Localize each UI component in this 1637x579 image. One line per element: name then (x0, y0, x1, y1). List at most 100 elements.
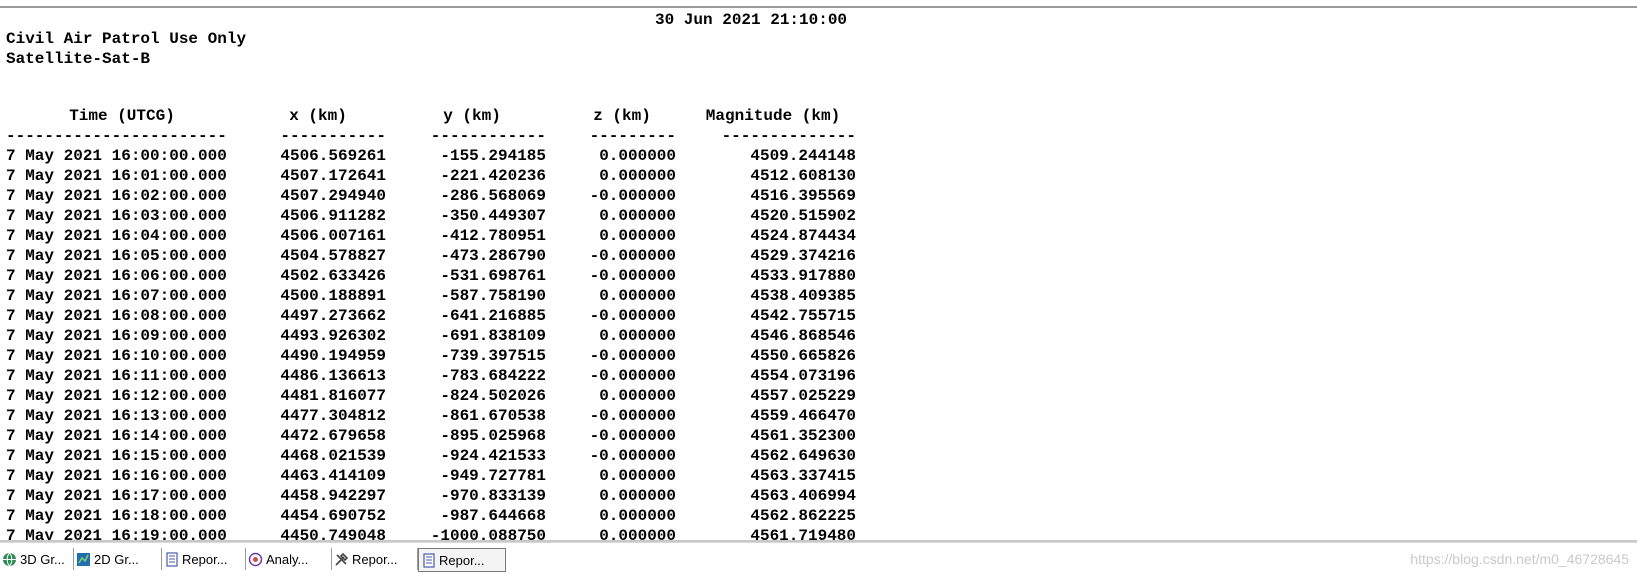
table-row: 7 May 2021 16:15:00.000 4468.021539 -924.4… (0, 446, 880, 466)
cell-magnitude: 4529.374216 (750, 247, 856, 265)
cell-y: -1000.088750 (430, 527, 546, 540)
cell-time: 7 May 2021 16:13:00.000 (6, 407, 227, 425)
table-row: 7 May 2021 16:06:00.000 4502.633426 -531.6… (0, 266, 880, 286)
table-row: 7 May 2021 16:03:00.000 4506.911282 -350.4… (0, 206, 880, 226)
table-row: 7 May 2021 16:04:00.000 4506.007161 -412.7… (0, 226, 880, 246)
cell-time: 7 May 2021 16:17:00.000 (6, 487, 227, 505)
table-row: 7 May 2021 16:10:00.000 4490.194959 -739.3… (0, 346, 880, 366)
column-header-y: y (km) (443, 107, 501, 125)
cell-y: -895.025968 (440, 427, 546, 445)
report-header-line1: Civil Air Patrol Use Only (6, 30, 247, 48)
table-row: 7 May 2021 16:13:00.000 4477.304812 -861.6… (0, 406, 880, 426)
cell-x: 4497.273662 (280, 307, 386, 325)
globe-icon (2, 552, 17, 567)
table-row: 7 May 2021 16:01:00.000 4507.172641 -221.4… (0, 166, 880, 186)
cell-x: 4472.679658 (280, 427, 386, 445)
watermark: https://blog.csdn.net/m0_46728645 (1410, 551, 1629, 567)
cell-time: 7 May 2021 16:10:00.000 (6, 347, 227, 365)
cell-z: -0.000000 (589, 347, 676, 365)
table-body: 7 May 2021 16:00:00.000 4506.569261 -155.2… (0, 146, 880, 540)
cell-y: -691.838109 (440, 327, 546, 345)
cell-time: 7 May 2021 16:04:00.000 (6, 227, 227, 245)
dash-x: ----------- (280, 127, 386, 145)
cell-magnitude: 4559.466470 (750, 407, 856, 425)
report-header-line2: Satellite-Sat-B (6, 50, 151, 68)
cell-z: 0.000000 (599, 207, 676, 225)
table-row: 7 May 2021 16:07:00.000 4500.188891 -587.7… (0, 286, 880, 306)
cell-magnitude: 4520.515902 (750, 207, 856, 225)
dash-time: ----------------------- (6, 127, 227, 145)
cell-y: -531.698761 (440, 267, 546, 285)
cell-x: 4504.578827 (280, 247, 386, 265)
cell-magnitude: 4509.244148 (750, 147, 856, 165)
cell-magnitude: 4538.409385 (750, 287, 856, 305)
cell-time: 7 May 2021 16:02:00.000 (6, 187, 227, 205)
cell-time: 7 May 2021 16:06:00.000 (6, 267, 227, 285)
cell-magnitude: 4562.649630 (750, 447, 856, 465)
cell-time: 7 May 2021 16:01:00.000 (6, 167, 227, 185)
table-row: 7 May 2021 16:12:00.000 4481.816077 -824.5… (0, 386, 880, 406)
cell-z: 0.000000 (599, 147, 676, 165)
cell-time: 7 May 2021 16:14:00.000 (6, 427, 227, 445)
cell-z: -0.000000 (589, 307, 676, 325)
cell-time: 7 May 2021 16:16:00.000 (6, 467, 227, 485)
cell-magnitude: 4563.406994 (750, 487, 856, 505)
cell-time: 7 May 2021 16:00:00.000 (6, 147, 227, 165)
cell-z: -0.000000 (589, 407, 676, 425)
cell-time: 7 May 2021 16:18:00.000 (6, 507, 227, 525)
taskbar-tab-1[interactable]: 3D Gr... (0, 548, 74, 570)
taskbar-tab-3[interactable]: Repor... (162, 548, 246, 570)
table-row: 7 May 2021 16:05:00.000 4504.578827 -473.2… (0, 246, 880, 266)
table-header-row: Time (UTCG) x (km) y (km) z (km) Magnitu… (0, 106, 880, 126)
cell-x: 4507.294940 (280, 187, 386, 205)
cell-z: 0.000000 (599, 227, 676, 245)
dash-z: --------- (589, 127, 676, 145)
tools-icon (334, 552, 349, 567)
cell-x: 4450.749048 (280, 527, 386, 540)
report-icon (421, 552, 436, 568)
cell-z: -0.000000 (589, 427, 676, 445)
cell-magnitude: 4557.025229 (750, 387, 856, 405)
cell-magnitude: 4542.755715 (750, 307, 856, 325)
cell-magnitude: 4524.874434 (750, 227, 856, 245)
report-view[interactable]: 30 Jun 2021 21:10:00 Civil Air Patrol Us… (0, 8, 1637, 540)
table-row: 7 May 2021 16:14:00.000 4472.679658 -895.0… (0, 426, 880, 446)
cell-x: 4477.304812 (280, 407, 386, 425)
cell-x: 4454.690752 (280, 507, 386, 525)
cell-time: 7 May 2021 16:03:00.000 (6, 207, 227, 225)
table-row: 7 May 2021 16:16:00.000 4463.414109 -949.7… (0, 466, 880, 486)
cell-x: 4490.194959 (280, 347, 386, 365)
taskbar-tab-2[interactable]: 2D Gr... (74, 548, 162, 570)
taskbar-tab-4[interactable]: Analy... (246, 548, 332, 570)
report-table: Time (UTCG) x (km) y (km) z (km) Magnitu… (0, 106, 880, 540)
cell-z: 0.000000 (599, 327, 676, 345)
cell-x: 4500.188891 (280, 287, 386, 305)
window-taskbar: 3D Gr... 2D Gr... Repor... Analy... Repor...… (0, 542, 1637, 579)
table-row: 7 May 2021 16:00:00.000 4506.569261 -155.2… (0, 146, 880, 166)
cell-x: 4468.021539 (280, 447, 386, 465)
report-icon (164, 551, 179, 567)
table-row: 7 May 2021 16:11:00.000 4486.136613 -783.6… (0, 366, 880, 386)
cell-magnitude: 4546.868546 (750, 327, 856, 345)
cell-y: -350.449307 (440, 207, 546, 225)
cell-time: 7 May 2021 16:15:00.000 (6, 447, 227, 465)
cell-time: 7 May 2021 16:07:00.000 (6, 287, 227, 305)
taskbar-tab-5[interactable]: Repor... (332, 548, 418, 570)
cell-y: -783.684222 (440, 367, 546, 385)
cell-magnitude: 4562.862225 (750, 507, 856, 525)
taskbar-tab-6[interactable]: Repor... (418, 548, 506, 572)
cell-z: -0.000000 (589, 367, 676, 385)
dash-magnitude: -------------- (721, 127, 856, 145)
cell-y: -221.420236 (440, 167, 546, 185)
cell-y: -473.286790 (440, 247, 546, 265)
cell-y: -641.216885 (440, 307, 546, 325)
cell-time: 7 May 2021 16:08:00.000 (6, 307, 227, 325)
cell-y: -155.294185 (440, 147, 546, 165)
taskbar-tab-label: Repor... (182, 551, 228, 567)
cell-time: 7 May 2021 16:12:00.000 (6, 387, 227, 405)
cell-z: 0.000000 (599, 487, 676, 505)
cell-y: -949.727781 (440, 467, 546, 485)
cell-magnitude: 4533.917880 (750, 267, 856, 285)
cell-time: 7 May 2021 16:09:00.000 (6, 327, 227, 345)
column-header-z: z (km) (593, 107, 651, 125)
